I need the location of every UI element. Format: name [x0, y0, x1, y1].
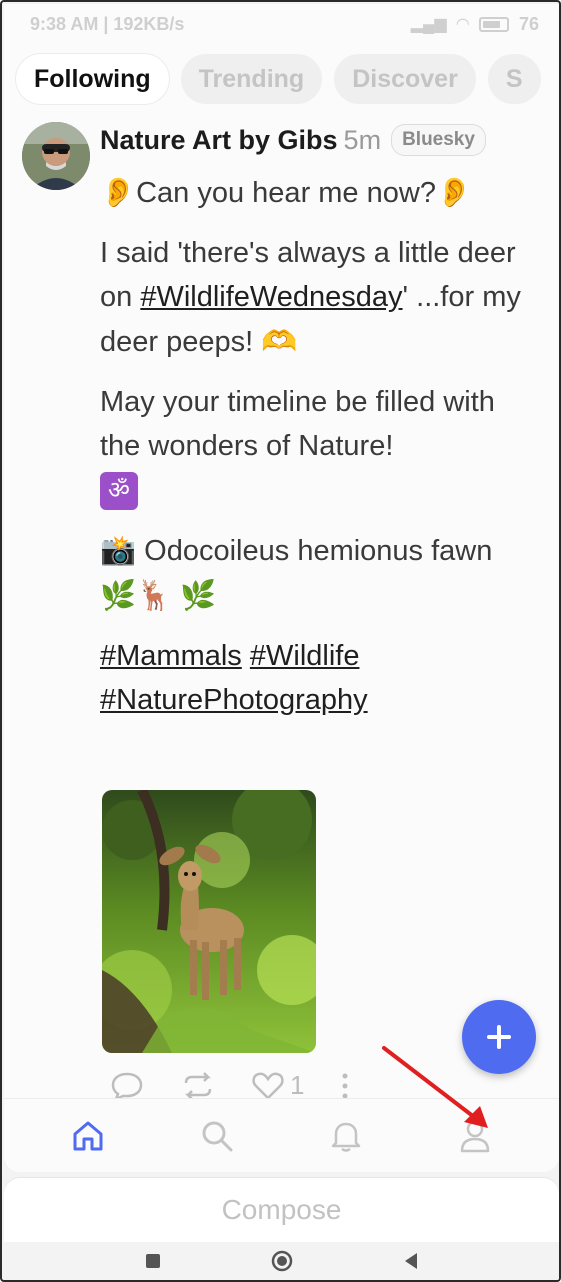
post-image[interactable]	[102, 790, 316, 1053]
app-screen: 9:38 AM | 192KB/s ▂▄▆ ◠ 76 Following Tre…	[4, 4, 559, 1172]
wifi-icon: ◠	[456, 16, 469, 33]
more-options-button[interactable]	[340, 1071, 350, 1101]
bottom-nav	[4, 1098, 559, 1172]
nav-home[interactable]	[66, 1114, 110, 1158]
author-name[interactable]: Nature Art by Gibs	[100, 125, 338, 156]
hashtag-link[interactable]: #Mammals	[100, 640, 242, 672]
more-vertical-icon	[342, 1073, 348, 1098]
battery-icon	[478, 16, 509, 32]
like-button[interactable]: 1	[252, 1070, 304, 1101]
heart-hands-emoji-icon: 🫶	[261, 324, 298, 358]
reply-button[interactable]	[110, 1071, 144, 1101]
post-time: 5m	[343, 124, 382, 155]
search-icon	[202, 1121, 233, 1151]
post-paragraph-2: I said 'there's always a little deer on …	[100, 237, 521, 358]
hashtag-link[interactable]: #WildlifeWednesday	[140, 281, 402, 313]
tab-following[interactable]: Following	[16, 54, 169, 104]
new-post-fab[interactable]	[462, 1000, 536, 1074]
repost-button[interactable]	[180, 1071, 216, 1101]
post-actions: 1	[110, 1070, 350, 1101]
compose-bar[interactable]: Compose	[4, 1178, 559, 1242]
compose-label: Compose	[221, 1194, 342, 1225]
feed-tabs: Following Trending Discover S	[16, 54, 541, 104]
hashtag-link[interactable]: #NaturePhotography	[100, 684, 368, 716]
bell-icon	[331, 1122, 361, 1152]
system-nav-bar	[4, 1242, 559, 1280]
nav-search[interactable]	[195, 1114, 239, 1158]
avatar[interactable]	[22, 122, 90, 190]
profile-icon	[460, 1120, 489, 1152]
post-paragraph-3: May your timeline be filled with the won…	[100, 380, 532, 512]
post-line-1: 👂Can you hear me now?👂	[100, 175, 473, 209]
nav-profile[interactable]	[453, 1114, 497, 1158]
tab-trending[interactable]: Trending	[180, 54, 323, 104]
ear-emoji-icon: 👂	[435, 175, 473, 209]
post-paragraph-4: 📸 Odocoileus hemionus fawn 🌿🦌 🌿	[100, 533, 493, 612]
heart-icon	[252, 1072, 284, 1100]
tab-discover[interactable]: Discover	[334, 54, 476, 104]
camera-flash-emoji-icon: 📸	[100, 533, 137, 567]
plus-icon	[487, 1025, 511, 1049]
source-badge: Bluesky	[391, 124, 486, 156]
deer-emoji-icon: 🦌	[136, 578, 173, 612]
battery-level: 76	[518, 13, 539, 34]
herb-emoji-icon: 🌿	[100, 578, 137, 612]
hashtag-link[interactable]: #Wildlife	[250, 640, 360, 672]
post-hashtags: #Mammals #Wildlife #NaturePhotography	[100, 634, 532, 722]
recent-apps-icon[interactable]	[145, 1253, 161, 1269]
back-icon[interactable]	[403, 1252, 419, 1270]
device-frame: 9:38 AM | 192KB/s ▂▄▆ ◠ 76 Following Tre…	[0, 0, 561, 1282]
status-bar: 9:38 AM | 192KB/s ▂▄▆ ◠ 76	[4, 4, 559, 44]
om-emoji-icon: ॐ	[100, 472, 138, 511]
status-icons: ▂▄▆ ◠ 76	[411, 14, 539, 35]
post-body: 👂Can you hear me now?👂 I said 'there's a…	[100, 170, 532, 738]
ear-emoji-icon: 👂	[100, 175, 137, 209]
tab-more[interactable]: S	[487, 54, 541, 104]
reply-icon	[111, 1072, 143, 1101]
signal-icon: ▂▄▆	[410, 16, 447, 33]
status-time: 9:38 AM | 192KB/s	[30, 13, 185, 34]
like-count: 1	[290, 1070, 305, 1100]
home-circle-icon[interactable]	[271, 1250, 293, 1272]
home-icon	[73, 1121, 103, 1150]
nav-notifications[interactable]	[324, 1114, 368, 1158]
repost-icon	[184, 1071, 212, 1100]
post-header: Nature Art by Gibs 5m Bluesky	[100, 124, 550, 156]
herb-emoji-icon: 🌿	[180, 578, 217, 612]
